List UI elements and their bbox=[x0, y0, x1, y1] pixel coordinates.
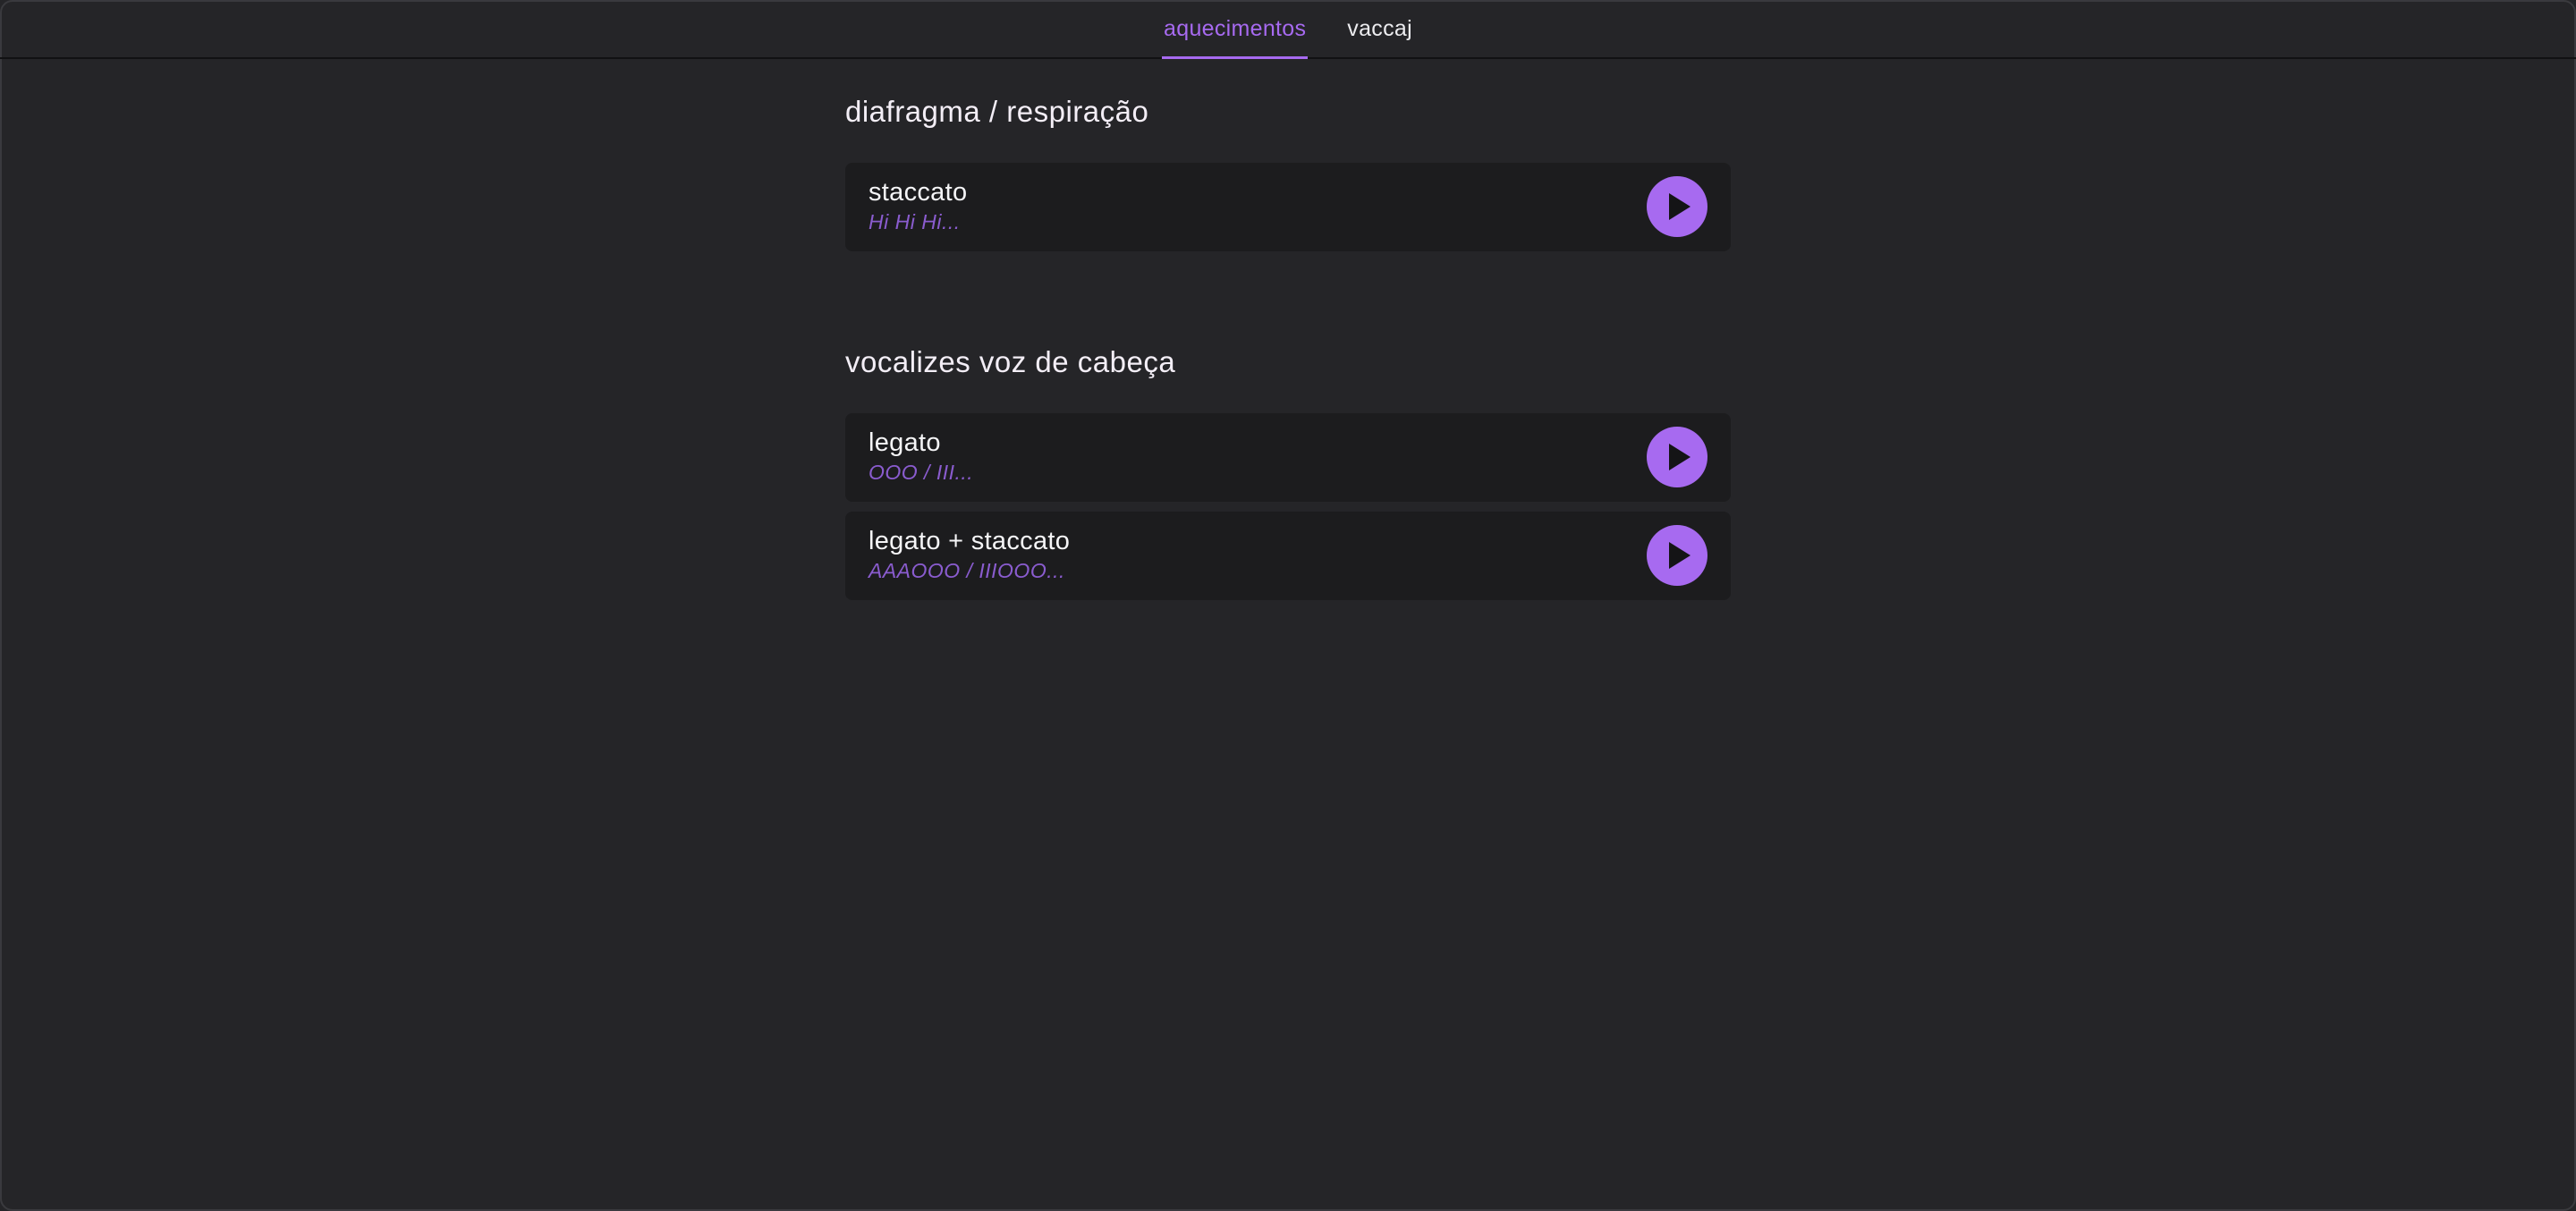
tab-vaccaj[interactable]: vaccaj bbox=[1345, 0, 1414, 57]
play-icon bbox=[1668, 542, 1690, 569]
tab-aquecimentos[interactable]: aquecimentos bbox=[1162, 0, 1309, 59]
exercise-subtitle: OOO / III... bbox=[869, 461, 974, 484]
main-content: diafragma / respiração staccato Hi Hi Hi… bbox=[845, 59, 1731, 610]
play-button[interactable] bbox=[1647, 176, 1707, 237]
exercise-subtitle: AAAOOO / IIIOOO... bbox=[869, 559, 1065, 582]
exercise-card-legato-staccato[interactable]: legato + staccato AAAOOO / IIIOOO... bbox=[845, 512, 1731, 600]
exercise-list: legato OOO / III... legato + staccato AA… bbox=[845, 413, 1731, 600]
exercise-list: staccato Hi Hi Hi... bbox=[845, 163, 1731, 251]
exercise-card-staccato[interactable]: staccato Hi Hi Hi... bbox=[845, 163, 1731, 251]
exercise-subtitle: Hi Hi Hi... bbox=[869, 210, 961, 233]
exercise-card-legato[interactable]: legato OOO / III... bbox=[845, 413, 1731, 502]
exercise-title: legato + staccato bbox=[869, 527, 1071, 555]
top-nav: aquecimentos vaccaj bbox=[0, 0, 2576, 59]
section-title: vocalizes voz de cabeça bbox=[845, 345, 1176, 378]
play-icon bbox=[1668, 193, 1690, 220]
section-vocalizes: vocalizes voz de cabeça legato OOO / III… bbox=[845, 261, 1731, 600]
exercise-title: staccato bbox=[869, 178, 968, 207]
section-title: diafragma / respiração bbox=[845, 95, 1149, 128]
play-icon bbox=[1668, 444, 1690, 470]
exercise-title: legato bbox=[869, 428, 941, 457]
section-diafragma: diafragma / respiração staccato Hi Hi Hi… bbox=[845, 59, 1731, 251]
play-button[interactable] bbox=[1647, 427, 1707, 487]
play-button[interactable] bbox=[1647, 525, 1707, 586]
